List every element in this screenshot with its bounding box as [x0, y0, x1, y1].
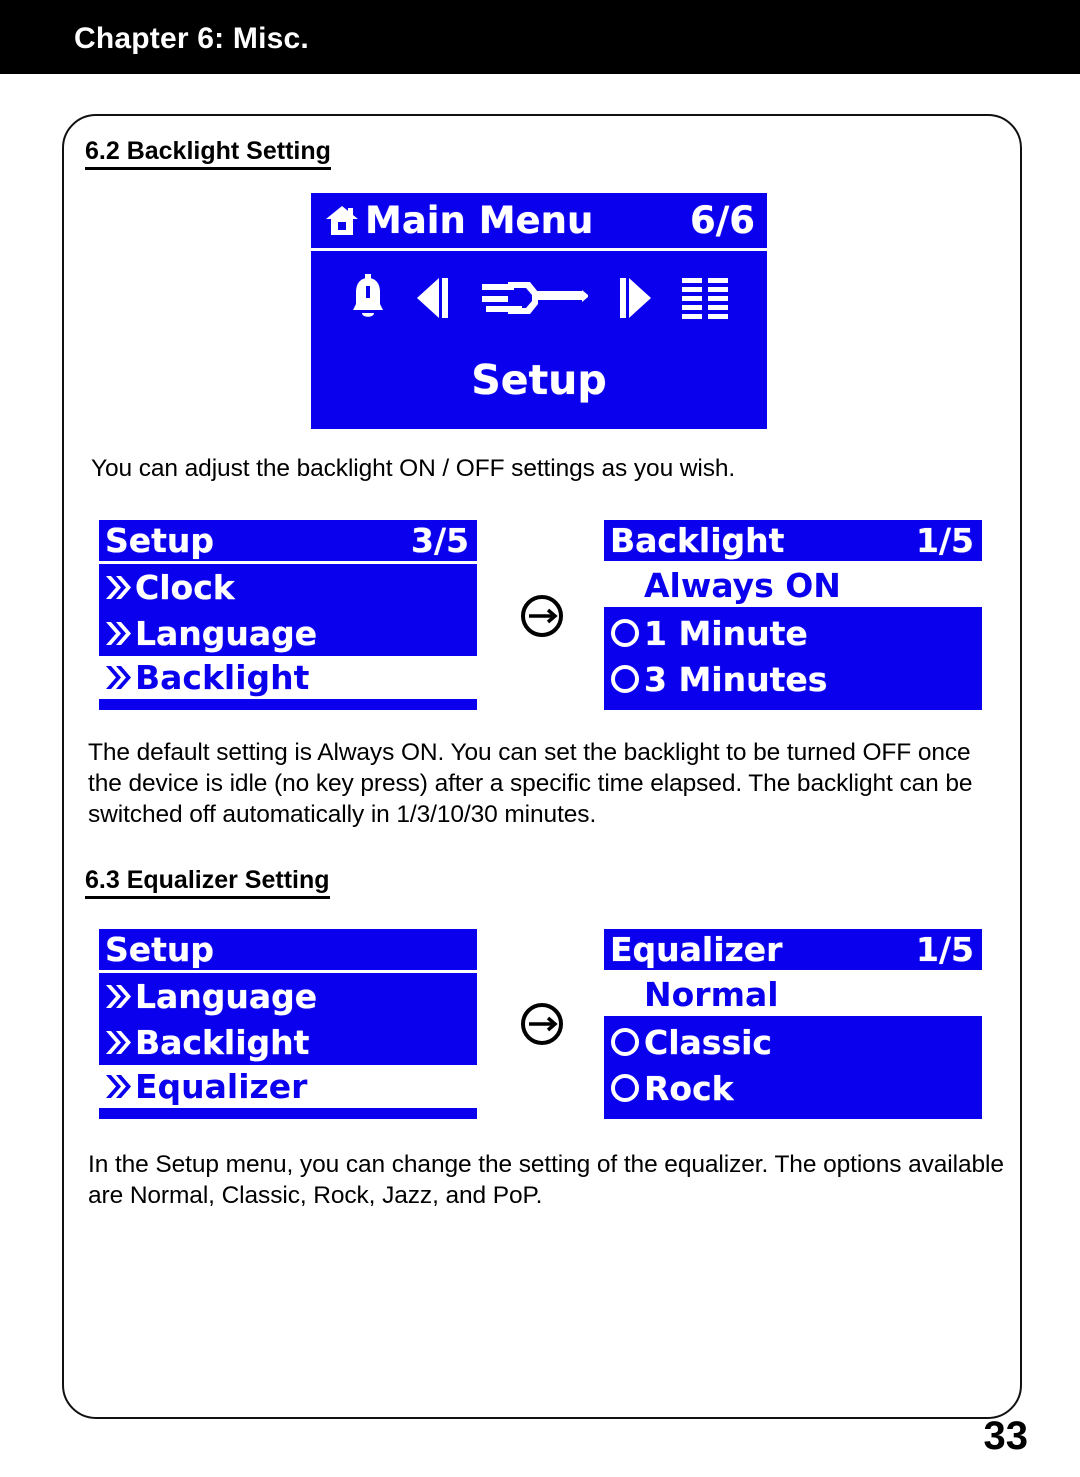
- radio-empty-icon: [611, 619, 639, 647]
- double-chevron-icon: [106, 1075, 131, 1098]
- radio-empty-icon: [611, 665, 639, 693]
- option-label: Always ON: [644, 566, 841, 605]
- option-rock[interactable]: Rock: [604, 1065, 982, 1111]
- option-label: Normal: [644, 975, 779, 1014]
- lcd-header-count: 3/5: [411, 521, 469, 560]
- section-heading-equalizer: 6.3 Equalizer Setting: [85, 866, 330, 899]
- chapter-header-bar: Chapter 6: Misc.: [0, 0, 1080, 74]
- menu-item-backlight[interactable]: Backlight: [99, 656, 477, 702]
- manual-page: Chapter 6: Misc. 6.2 Backlight Setting M…: [0, 0, 1080, 1477]
- menu-item-label: Backlight: [135, 1022, 310, 1062]
- paragraph-backlight-intro: You can adjust the backlight ON / OFF se…: [91, 455, 736, 482]
- menu-item-equalizer[interactable]: Equalizer: [99, 1065, 477, 1111]
- menu-item-clock[interactable]: Clock: [99, 564, 477, 610]
- option-1-minute[interactable]: 1 Minute: [604, 610, 982, 656]
- double-chevron-icon: [106, 621, 131, 645]
- circled-arrow-right-icon: [521, 595, 563, 637]
- lcd-screen-equalizer: Equalizer 1/5 Normal Classic Rock: [604, 929, 982, 1119]
- section-heading-backlight: 6.2 Backlight Setting: [85, 137, 331, 170]
- menu-item-language[interactable]: Language: [99, 973, 477, 1019]
- menu-item-label: Backlight: [135, 658, 310, 697]
- option-3-minutes[interactable]: 3 Minutes: [604, 656, 982, 702]
- radio-filled-icon: [611, 571, 639, 600]
- lcd-header-count: 1/5: [916, 521, 974, 560]
- radio-filled-icon: [611, 980, 639, 1009]
- arrow-left-icon[interactable]: [415, 274, 449, 322]
- option-label: 1 Minute: [644, 613, 808, 653]
- menu-item-label: Language: [135, 976, 318, 1016]
- lcd-header-title: Setup: [105, 521, 215, 560]
- radio-empty-icon: [611, 1074, 639, 1102]
- lcd-screen-setup-backlight: Setup 3/5 Clock Language Backlight: [99, 520, 477, 710]
- main-menu-selected-label: Setup: [471, 356, 607, 404]
- bell-icon[interactable]: [350, 274, 386, 322]
- lcd-header-title: Setup: [105, 930, 215, 969]
- option-label: Rock: [644, 1068, 734, 1108]
- arrow-right-icon[interactable]: [619, 274, 653, 322]
- double-chevron-icon: [106, 666, 131, 689]
- lcd-header-count: 1/5: [916, 930, 974, 969]
- menu-item-label: Clock: [135, 567, 235, 607]
- main-menu-icon-row: [311, 259, 767, 337]
- lcd-header-count: 6/6: [689, 199, 755, 242]
- menu-item-language[interactable]: Language: [99, 610, 477, 656]
- option-classic[interactable]: Classic: [604, 1019, 982, 1065]
- double-chevron-icon: [106, 575, 131, 599]
- lcd-header-setup: Setup: [99, 929, 477, 973]
- list-icon[interactable]: [682, 276, 728, 320]
- menu-item-label: Equalizer: [135, 1067, 308, 1106]
- option-always-on[interactable]: Always ON: [604, 564, 982, 610]
- lcd-header-title: Main Menu: [365, 199, 594, 242]
- lcd-header-title: Equalizer: [610, 930, 783, 969]
- lcd-header-equalizer: Equalizer 1/5: [604, 929, 982, 973]
- wrench-screwdriver-icon[interactable]: [478, 274, 590, 322]
- menu-item-backlight[interactable]: Backlight: [99, 1019, 477, 1065]
- paragraph-equalizer: In the Setup menu, you can change the se…: [88, 1151, 1004, 1209]
- lcd-header-setup: Setup 3/5: [99, 520, 477, 564]
- lcd-header-main-menu: Main Menu 6/6: [311, 193, 767, 251]
- menu-item-label: Language: [135, 613, 318, 653]
- double-chevron-icon: [106, 1030, 131, 1054]
- circled-arrow-right-icon: [521, 1003, 563, 1045]
- page-number: 33: [983, 1414, 1029, 1458]
- chapter-title: Chapter 6: Misc.: [74, 22, 309, 55]
- lcd-header-backlight: Backlight 1/5: [604, 520, 982, 564]
- option-label: 3 Minutes: [644, 659, 828, 699]
- lcd-screen-main-menu: Main Menu 6/6 Setup: [311, 193, 767, 429]
- option-normal[interactable]: Normal: [604, 973, 982, 1019]
- double-chevron-icon: [106, 984, 131, 1008]
- paragraph-backlight-detail: The default setting is Always ON. You ca…: [88, 739, 973, 828]
- lcd-screen-backlight: Backlight 1/5 Always ON 1 Minute 3 Minut…: [604, 520, 982, 710]
- lcd-header-title: Backlight: [610, 521, 785, 560]
- home-icon: [326, 206, 358, 235]
- lcd-screen-setup-equalizer: Setup Language Backlight Equalizer: [99, 929, 477, 1119]
- radio-empty-icon: [611, 1028, 639, 1056]
- option-label: Classic: [644, 1022, 772, 1062]
